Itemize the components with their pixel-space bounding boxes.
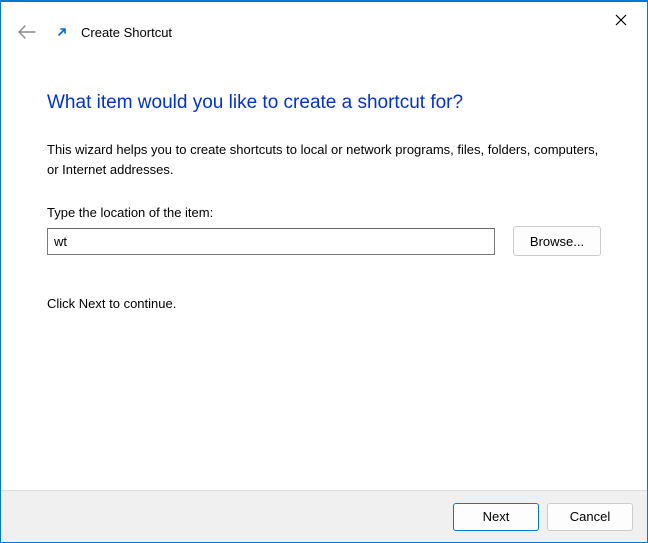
back-button[interactable] [17, 22, 37, 42]
page-heading: What item would you like to create a sho… [47, 92, 601, 114]
shortcut-icon [55, 25, 69, 39]
dialog-content: What item would you like to create a sho… [47, 92, 601, 311]
dialog-title: Create Shortcut [81, 25, 172, 40]
location-input-row: Browse... [47, 226, 601, 256]
location-label: Type the location of the item: [47, 205, 601, 220]
wizard-description: This wizard helps you to create shortcut… [47, 140, 601, 179]
dialog-footer: Next Cancel [1, 490, 647, 542]
next-button[interactable]: Next [453, 503, 539, 531]
create-shortcut-dialog: Create Shortcut What item would you like… [0, 0, 648, 543]
browse-button[interactable]: Browse... [513, 226, 601, 256]
dialog-header: Create Shortcut [17, 22, 631, 42]
location-input[interactable] [47, 228, 495, 255]
back-arrow-icon [18, 25, 36, 39]
cancel-button[interactable]: Cancel [547, 503, 633, 531]
continue-instruction: Click Next to continue. [47, 296, 601, 311]
